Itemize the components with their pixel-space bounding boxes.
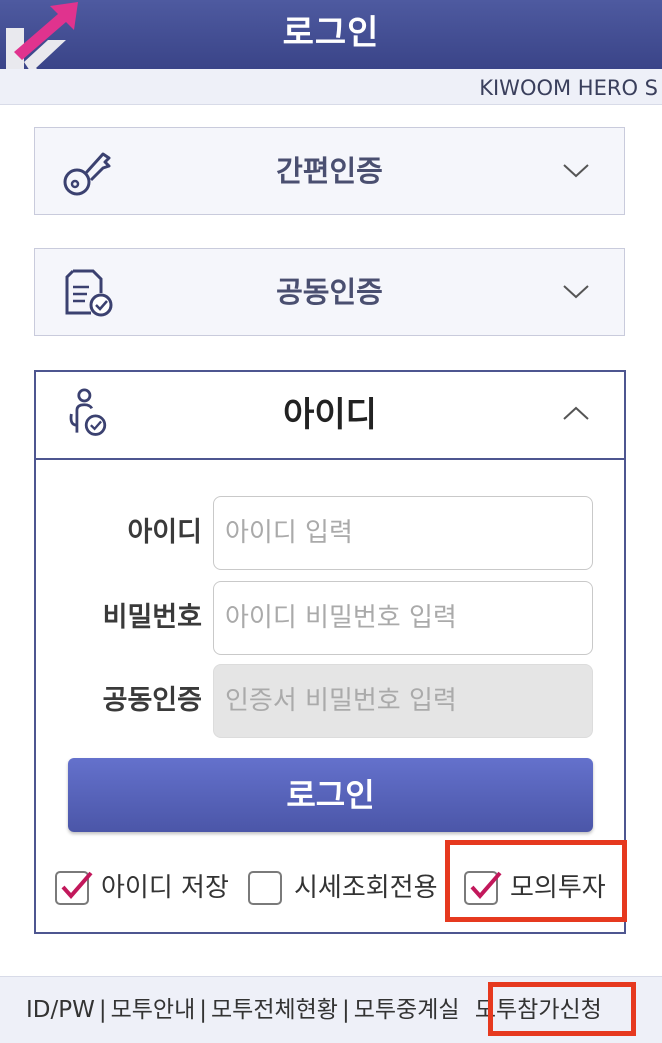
save-id-checkbox[interactable]: 아이디 저장 bbox=[55, 868, 235, 912]
checkmark-icon bbox=[61, 871, 93, 900]
quote-only-checkbox[interactable]: 시세조회전용 bbox=[248, 868, 448, 912]
highlight-box bbox=[488, 982, 636, 1036]
separator: | bbox=[199, 997, 207, 1023]
brand-text: KIWOOM HERO S bbox=[479, 76, 658, 100]
id-field-label: 아이디 bbox=[127, 517, 202, 548]
separator: | bbox=[341, 997, 350, 1023]
easy-auth-label: 간편인증 bbox=[276, 154, 383, 188]
easy-auth-panel[interactable]: 간편인증 bbox=[34, 127, 625, 215]
cert-password-input: 인증서 비밀번호 입력 bbox=[213, 664, 593, 738]
checkbox-box[interactable] bbox=[55, 871, 93, 905]
id-login-label: 아이디 bbox=[283, 395, 377, 435]
login-button[interactable]: 로그인 bbox=[68, 758, 593, 832]
id-login-header[interactable]: 아이디 bbox=[36, 372, 624, 460]
password-field-label: 비밀번호 bbox=[102, 602, 202, 633]
chevron-up-icon[interactable] bbox=[562, 404, 590, 422]
footer-link-mock-broadcast[interactable]: 모투중계실 bbox=[354, 997, 460, 1023]
highlight-box bbox=[445, 840, 627, 922]
id-input[interactable]: 아이디 입력 bbox=[213, 496, 593, 570]
footer-link-mock-status[interactable]: 모투전체현황 bbox=[211, 997, 338, 1023]
cert-password-label: 공동인증 bbox=[102, 685, 202, 716]
joint-cert-panel[interactable]: 공동인증 bbox=[34, 248, 625, 336]
joint-cert-label: 공동인증 bbox=[276, 275, 383, 309]
chevron-down-icon[interactable] bbox=[562, 283, 590, 301]
footer-link-mock-guide[interactable]: 모투안내 bbox=[111, 997, 196, 1023]
password-input[interactable]: 아이디 비밀번호 입력 bbox=[213, 581, 593, 655]
page-title: 로그인 bbox=[282, 13, 380, 53]
separator: | bbox=[98, 997, 107, 1023]
chevron-down-icon[interactable] bbox=[562, 162, 590, 180]
save-id-label: 아이디 저장 bbox=[101, 873, 229, 903]
quote-only-label: 시세조회전용 bbox=[294, 873, 438, 903]
separator bbox=[460, 997, 475, 1023]
checkbox-box[interactable] bbox=[248, 871, 282, 905]
header-bar: 로그인 bbox=[0, 0, 662, 69]
footer-link-idpw[interactable]: ID/PW bbox=[26, 997, 95, 1023]
brand-bar: KIWOOM HERO S bbox=[0, 69, 662, 105]
